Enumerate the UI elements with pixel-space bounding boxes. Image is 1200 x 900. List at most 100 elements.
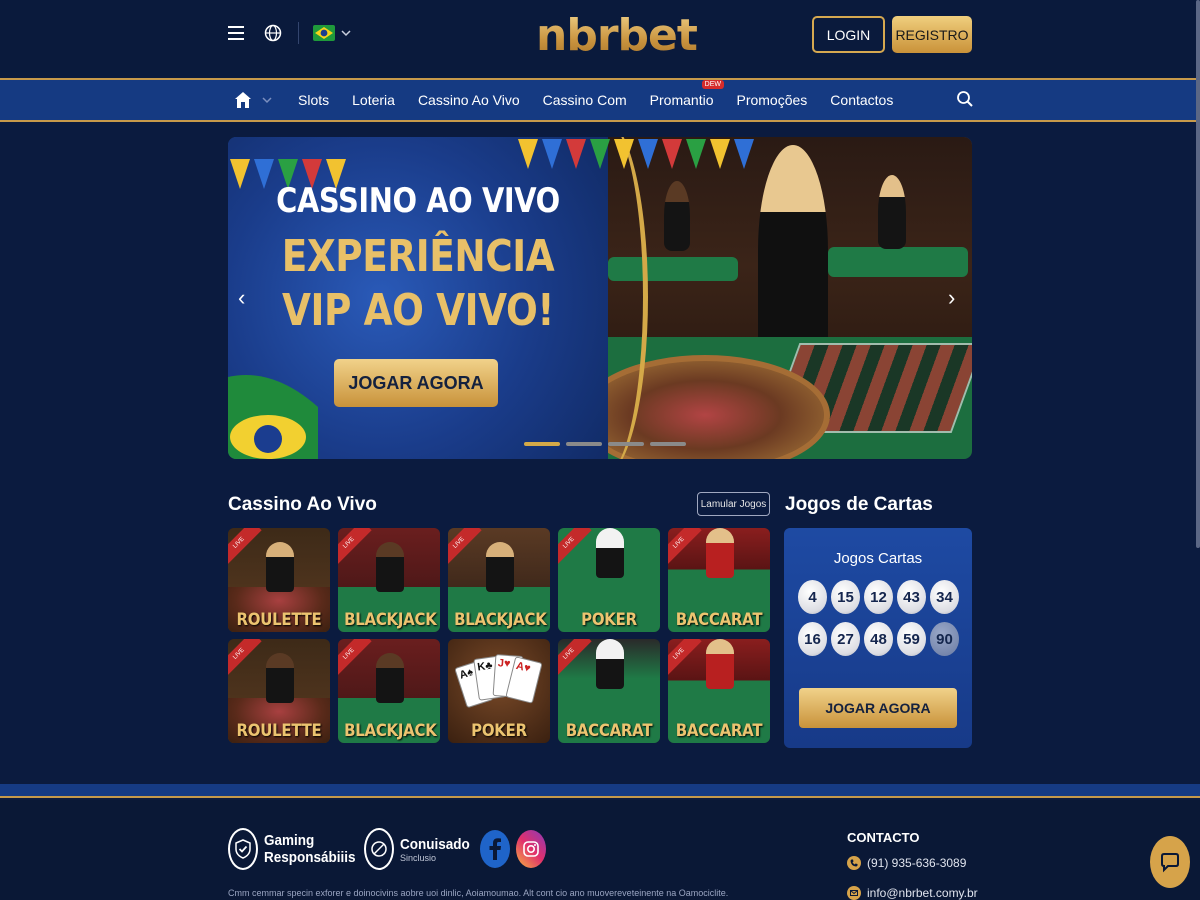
register-button[interactable]: REGISTRO <box>892 16 972 53</box>
number-ball[interactable]: 4 <box>798 580 827 614</box>
game-tile[interactable]: LIVE POKER <box>558 528 660 632</box>
chat-bubble-icon <box>1161 853 1179 873</box>
number-ball[interactable]: 15 <box>831 580 860 614</box>
banner-pagination <box>524 442 686 446</box>
banner-dealer <box>878 175 906 249</box>
nav-item-promantio[interactable]: Promantio DEW <box>649 80 725 108</box>
game-title: POKER <box>471 721 527 741</box>
banner-next-arrow[interactable]: › <box>948 285 955 311</box>
game-title: BACCARAT <box>565 721 653 741</box>
nav-item-promocoes[interactable]: Promoções <box>736 92 807 108</box>
banner-dot[interactable] <box>650 442 686 446</box>
number-ball[interactable]: 59 <box>897 622 926 656</box>
footer-disclaimer: Cmm cemmar specin exforer e doinocivins … <box>228 888 729 898</box>
menu-icon[interactable] <box>226 22 248 44</box>
live-casino-title: Cassino Ao Vivo <box>228 494 377 515</box>
card-games-play-button[interactable]: JOGAR AGORA <box>799 688 957 728</box>
new-badge: DEW <box>701 80 725 89</box>
login-button[interactable]: LOGIN <box>812 16 885 53</box>
game-title: BLACKJACK <box>454 610 547 630</box>
number-ball[interactable]: 16 <box>798 622 827 656</box>
game-tile[interactable]: LIVE ROULETTE <box>228 528 330 632</box>
badge-line: Gaming <box>264 832 315 849</box>
nav-item-cassino-ao-vivo[interactable]: Cassino Ao Vivo <box>418 92 520 108</box>
hero-banner[interactable]: CASSINO AO VIVO EXPERIÊNCIA VIP AO VIVO!… <box>228 137 972 459</box>
site-header: nbrbet LOGIN REGISTRO <box>0 0 1200 78</box>
banner-promo-panel: CASSINO AO VIVO EXPERIÊNCIA VIP AO VIVO!… <box>228 137 608 459</box>
home-icon <box>235 92 251 108</box>
site-logo[interactable]: nbrbet <box>536 10 698 61</box>
facebook-icon[interactable] <box>480 830 510 868</box>
responsible-gaming-badge[interactable]: Gaming Responsábiiis <box>228 828 366 870</box>
chevron-down-icon <box>262 97 272 104</box>
badge-subline: Sinclusio <box>400 852 437 863</box>
card-games-title: Jogos de Cartas <box>785 494 933 515</box>
page-scrollbar[interactable] <box>1196 0 1200 548</box>
game-title: BLACKJACK <box>344 610 437 630</box>
header-divider <box>298 22 299 44</box>
contact-phone[interactable]: (91) 935-636-3089 <box>847 856 966 870</box>
live-chat-button[interactable] <box>1150 836 1190 888</box>
mail-icon <box>847 886 861 900</box>
game-title: BACCARAT <box>675 610 763 630</box>
number-ball[interactable]: 43 <box>897 580 926 614</box>
contact-title: CONTACTO <box>847 830 920 845</box>
badge-line: Responsábiiis <box>264 849 356 866</box>
phone-icon <box>847 856 861 870</box>
number-ball[interactable]: 27 <box>831 622 860 656</box>
banner-heading: CASSINO AO VIVO <box>276 181 560 221</box>
card-games-panel: Jogos Cartas 4 15 12 43 34 16 27 48 59 9… <box>784 528 972 748</box>
game-title: POKER <box>581 610 637 630</box>
nav-item-label: Promantio <box>649 92 714 108</box>
playing-cards-icon: A♠ K♣ J♥ A♥ <box>454 653 546 713</box>
banner-dealer <box>664 181 690 251</box>
game-tile[interactable]: LIVE BLACKJACK <box>448 528 550 632</box>
number-ball[interactable]: 48 <box>864 622 893 656</box>
game-tile[interactable]: LIVE BACCARAT <box>558 639 660 743</box>
main-nav: Slots Loteria Cassino Ao Vivo Cassino Co… <box>0 78 1200 122</box>
game-tile[interactable]: LIVE BACCARAT <box>668 639 770 743</box>
banner-table <box>828 247 968 277</box>
nav-item-loteria[interactable]: Loteria <box>352 92 395 108</box>
header-left-controls <box>226 22 351 44</box>
banner-dot[interactable] <box>524 442 560 446</box>
email-address: info@nbrbet.comy.br <box>867 886 978 900</box>
search-icon[interactable] <box>956 90 974 113</box>
banner-play-button[interactable]: JOGAR AGORA <box>334 359 498 407</box>
game-tile[interactable]: A♠ K♣ J♥ A♥ POKER <box>448 639 550 743</box>
globe-icon[interactable] <box>262 22 284 44</box>
banner-dot[interactable] <box>608 442 644 446</box>
phone-number: (91) 935-636-3089 <box>867 856 967 870</box>
nav-item-slots[interactable]: Slots <box>298 92 329 108</box>
game-tile[interactable]: LIVE BLACKJACK <box>338 528 440 632</box>
banner-bunting <box>518 139 754 169</box>
number-ball[interactable]: 12 <box>864 580 893 614</box>
contact-email[interactable]: info@nbrbet.comy.br <box>847 886 978 900</box>
game-tile[interactable]: LIVE BLACKJACK <box>338 639 440 743</box>
game-title: BACCARAT <box>675 721 763 741</box>
banner-prev-arrow[interactable]: ‹ <box>238 285 245 311</box>
nav-item-cassino-com[interactable]: Cassino Com <box>543 92 627 108</box>
instagram-icon[interactable] <box>516 830 546 868</box>
live-casino-grid: LIVE ROULETTE LIVE BLACKJACK LIVE BLACKJ… <box>228 528 772 743</box>
language-selector[interactable] <box>313 25 351 41</box>
age-restriction-badge[interactable]: Conuisado Sinclusio <box>364 828 478 870</box>
chevron-down-icon <box>341 30 351 37</box>
brazil-flag-decoration <box>228 375 318 459</box>
game-tile[interactable]: LIVE BACCARAT <box>668 528 770 632</box>
number-ball[interactable]: 34 <box>930 580 959 614</box>
banner-subheading: VIP AO VIVO! <box>282 285 554 336</box>
nav-home[interactable] <box>234 91 272 109</box>
number-ball[interactable]: 90 <box>930 622 959 656</box>
view-all-games-button[interactable]: Lamular Jogos <box>697 492 770 516</box>
game-title: ROULETTE <box>236 721 322 741</box>
badge-line: Conuisado <box>400 835 470 853</box>
banner-dot[interactable] <box>566 442 602 446</box>
banner-subheading: EXPERIÊNCIA <box>281 231 555 282</box>
game-tile[interactable]: LIVE ROULETTE <box>228 639 330 743</box>
banner-main-dealer <box>758 145 828 355</box>
shield-check-icon <box>228 828 258 870</box>
banner-divider-arc <box>558 137 648 459</box>
brazil-flag-icon <box>313 25 335 41</box>
nav-item-contactos[interactable]: Contactos <box>830 92 893 108</box>
